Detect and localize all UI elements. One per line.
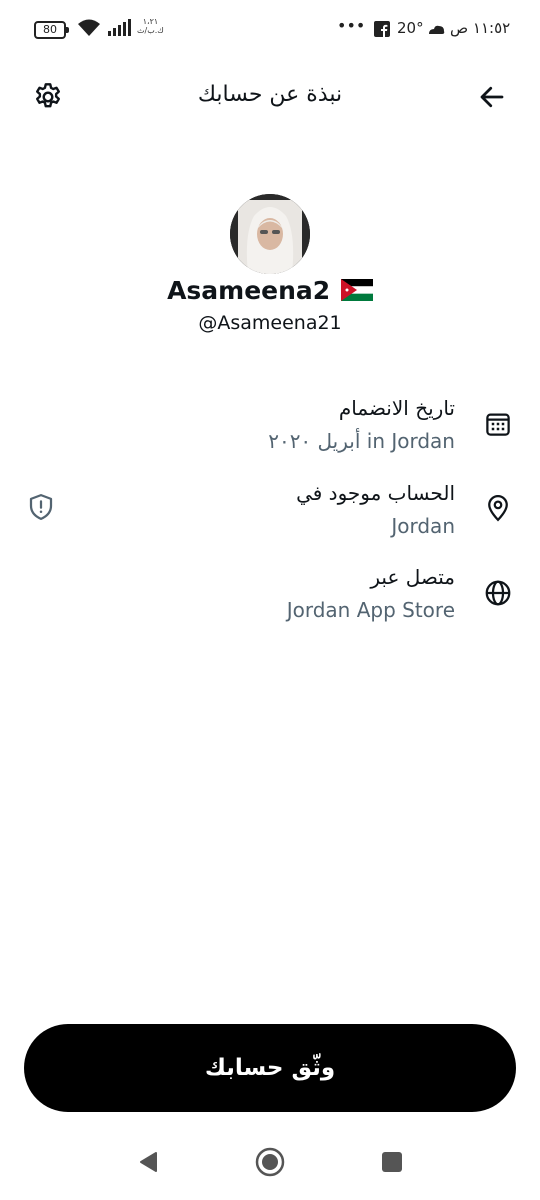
verify-account-button[interactable]: وثّق حسابك <box>24 1024 516 1112</box>
nav-back-icon <box>136 1150 160 1178</box>
avatar <box>230 194 310 274</box>
location-pin-icon <box>482 492 514 524</box>
nav-home-icon <box>254 1146 286 1182</box>
calendar-icon <box>482 408 514 440</box>
nav-home-button[interactable] <box>250 1144 290 1184</box>
joined-title: تاريخ الانضمام <box>338 396 455 420</box>
username: @Asameena21 <box>198 312 342 334</box>
facebook-icon <box>374 21 390 41</box>
location-title: الحساب موجود في <box>296 481 455 505</box>
location-value: Jordan <box>391 514 455 538</box>
clock: ١١:٥٢ ص <box>450 19 511 37</box>
connected-title: متصل عبر <box>370 565 455 589</box>
nav-recents-button[interactable] <box>372 1144 412 1184</box>
account-info-alert-button[interactable] <box>24 492 58 526</box>
shield-alert-icon <box>26 492 56 526</box>
nav-back-button[interactable] <box>128 1144 168 1184</box>
status-bar: 80 ١،٢١ ك.ب/ث ••• 20° ١١:٥٢ ص <box>0 0 540 60</box>
battery-indicator: 80 <box>34 21 69 39</box>
display-name-text: Asameena2 <box>167 276 331 305</box>
page-title: نبذة عن حسابك <box>197 82 343 107</box>
jordan-flag-icon <box>340 278 373 307</box>
nav-recents-icon <box>381 1151 403 1177</box>
more-notifications-icon: ••• <box>337 16 366 35</box>
joined-value: أبريل ٢٠٢٠ in Jordan <box>268 429 455 453</box>
connected-value: Jordan App Store <box>286 598 455 622</box>
temperature: 20° <box>397 19 424 37</box>
globe-icon <box>482 577 514 609</box>
wifi-icon <box>76 18 102 42</box>
weather-icon <box>426 20 446 42</box>
back-arrow-icon <box>477 82 507 116</box>
back-button[interactable] <box>472 79 512 119</box>
network-speed: ١،٢١ ك.ب/ث <box>137 17 164 35</box>
display-name: Asameena2 <box>0 276 540 307</box>
signal-icon <box>107 19 133 41</box>
